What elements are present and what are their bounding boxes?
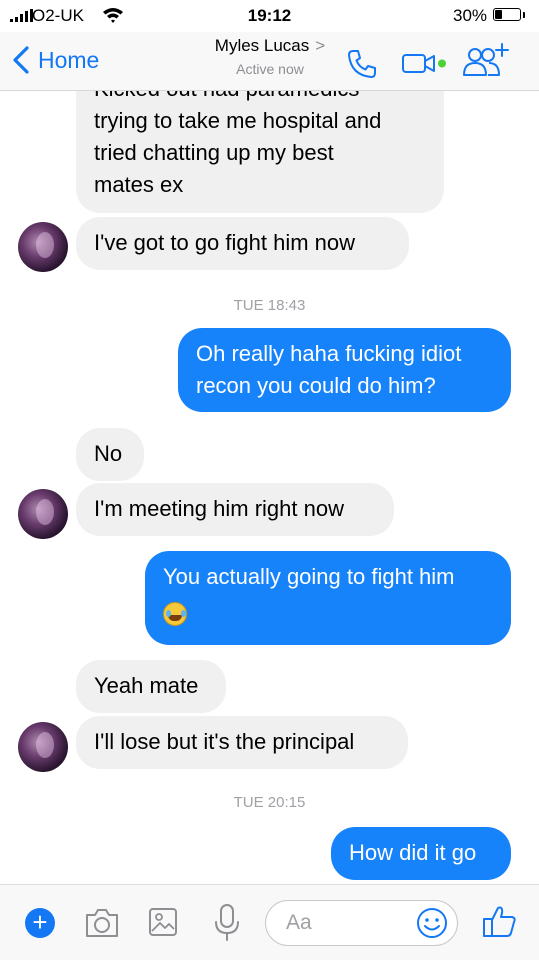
message-bubble-incoming[interactable]: I'm meeting him right now — [76, 483, 394, 536]
battery-cap — [523, 12, 525, 18]
phone-icon[interactable] — [346, 48, 378, 80]
message-bubble-outgoing[interactable]: Oh really haha fucking idiot recon you c… — [178, 328, 511, 412]
contact-avatar[interactable] — [18, 722, 68, 772]
camera-icon[interactable] — [84, 907, 120, 939]
message-bubble-outgoing[interactable]: You actually going to fight him — [145, 551, 511, 645]
back-label: Home — [38, 46, 100, 73]
add-people-icon[interactable] — [462, 42, 512, 80]
gallery-icon[interactable] — [148, 907, 178, 937]
contact-info[interactable]: Myles Lucas > Active now — [190, 36, 350, 77]
conversation-header: Home Myles Lucas > Active now — [0, 32, 539, 91]
message-bubble-incoming[interactable]: Kicked out had paramedics trying to take… — [76, 91, 444, 213]
microphone-icon[interactable] — [212, 903, 242, 943]
chevron-right-icon: > — [315, 36, 326, 55]
contact-avatar[interactable] — [18, 222, 68, 272]
emoji-icon[interactable] — [416, 907, 448, 939]
battery-level — [495, 10, 502, 19]
battery-percentage: 30% — [453, 6, 488, 25]
message-line: You actually going to fight him — [163, 564, 455, 589]
message-line: mates ex — [94, 172, 184, 197]
message-bubble-incoming[interactable]: No — [76, 428, 144, 481]
battery-icon — [493, 8, 521, 21]
chevron-left-icon — [13, 46, 29, 74]
status-bar: O2-UK 19:12 30% — [0, 0, 539, 32]
message-line: How did it go — [349, 840, 477, 865]
message-timestamp: TUE 20:15 — [233, 794, 306, 811]
contact-name: Myles Lucas — [214, 36, 310, 55]
plus-icon[interactable]: + — [25, 908, 55, 938]
video-call-icon[interactable] — [401, 51, 449, 77]
message-line: I'll lose but it's the principal — [94, 729, 355, 754]
back-button[interactable]: Home — [10, 42, 99, 78]
message-line: recon you could do him? — [196, 373, 436, 398]
message-bubble-outgoing[interactable]: How did it go — [331, 827, 511, 880]
message-timestamp: TUE 18:43 — [233, 297, 306, 314]
message-line: Oh really haha fucking idiot — [196, 341, 462, 366]
message-bubble-incoming[interactable]: Yeah mate — [76, 660, 226, 713]
message-list[interactable]: Kicked out had paramedics trying to take… — [0, 91, 539, 884]
messenger-screen: O2-UK 19:12 30% Home Myles Lucas > Activ… — [0, 0, 539, 960]
message-line: I've got to go fight him now — [94, 230, 356, 255]
message-line: I'm meeting him right now — [94, 496, 344, 521]
message-line: tried chatting up my best — [94, 140, 334, 165]
contact-avatar[interactable] — [18, 489, 68, 539]
message-composer: + — [0, 884, 539, 960]
message-line: trying to take me hospital and — [94, 108, 382, 133]
message-line: Kicked out had paramedics — [94, 91, 426, 105]
contact-status: Active now — [236, 61, 304, 77]
message-line: Yeah mate — [94, 673, 199, 698]
thumbs-up-icon[interactable] — [482, 903, 518, 939]
message-bubble-incoming[interactable]: I'll lose but it's the principal — [76, 716, 408, 769]
message-bubble-incoming[interactable]: I've got to go fight him now — [76, 217, 409, 270]
laughing-crying-emoji-icon — [163, 602, 187, 627]
message-line: No — [94, 441, 123, 466]
